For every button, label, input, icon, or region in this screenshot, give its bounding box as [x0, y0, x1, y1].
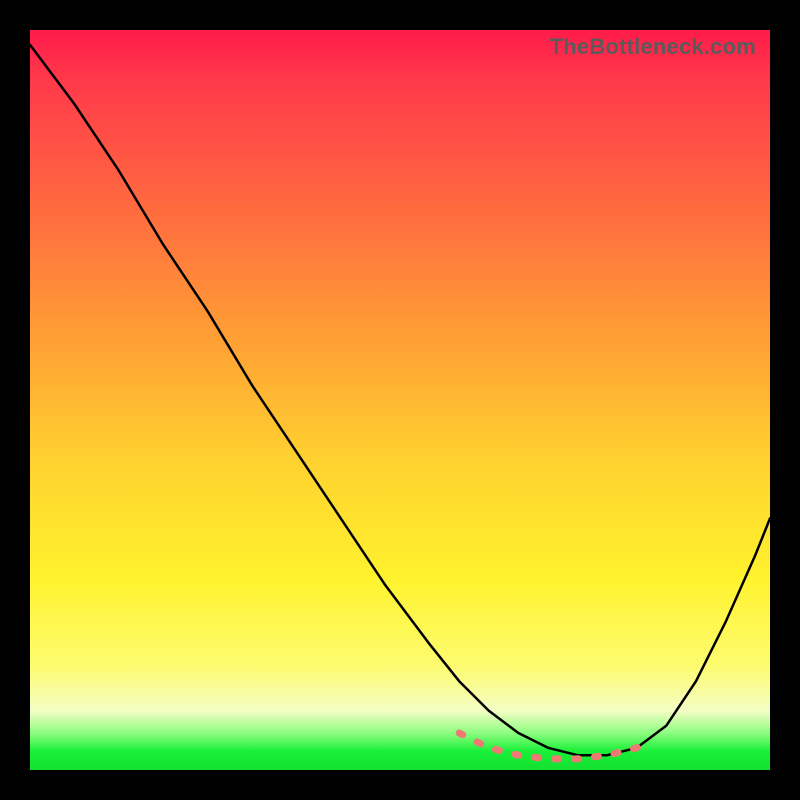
chart-frame: TheBottleneck.com: [0, 0, 800, 800]
bottleneck-curve: [30, 45, 770, 755]
watermark-text: TheBottleneck.com: [550, 34, 756, 60]
optimal-range-line: [459, 733, 651, 759]
chart-plot-area: TheBottleneck.com: [30, 30, 770, 770]
chart-svg: [30, 30, 770, 770]
